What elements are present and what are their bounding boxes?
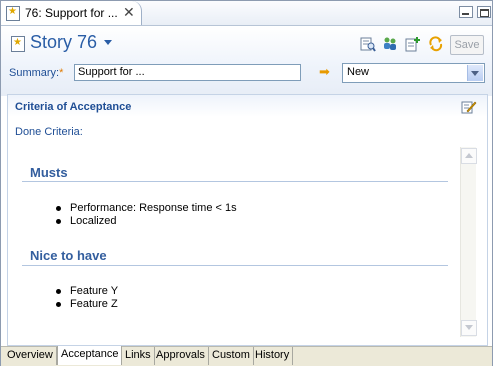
status-dropdown[interactable]: New bbox=[342, 63, 485, 83]
editor-tab-label: 76: Support for ... bbox=[25, 6, 118, 20]
people-icon[interactable] bbox=[382, 36, 398, 52]
chevron-down-icon[interactable] bbox=[104, 40, 112, 45]
tab-approvals[interactable]: Approvals bbox=[153, 347, 209, 365]
story-icon bbox=[6, 6, 20, 21]
required-marker: * bbox=[59, 67, 64, 79]
page-title: Story 76 bbox=[30, 32, 98, 52]
divider bbox=[22, 265, 448, 266]
scroll-up-icon[interactable] bbox=[461, 148, 477, 164]
done-criteria-label: Done Criteria: bbox=[15, 126, 83, 138]
section-header: Criteria of Acceptance bbox=[8, 95, 487, 117]
tab-history[interactable]: History bbox=[252, 347, 294, 365]
arrow-right-icon: ➡ bbox=[319, 64, 330, 79]
vertical-scrollbar[interactable] bbox=[460, 147, 477, 337]
nice-to-have-heading: Nice to have bbox=[30, 248, 107, 263]
summary-label: Summary:* bbox=[9, 67, 64, 79]
list-item: Feature Y bbox=[55, 285, 119, 297]
criteria-content[interactable]: Musts Performance: Response time < 1s Lo… bbox=[8, 147, 458, 343]
story-icon bbox=[11, 36, 25, 52]
list-item: Performance: Response time < 1s bbox=[56, 202, 237, 214]
status-value: New bbox=[347, 66, 370, 78]
save-button[interactable]: Save bbox=[450, 35, 484, 55]
list-item: Feature Z bbox=[55, 298, 118, 310]
list-item: Localized bbox=[56, 215, 237, 228]
tab-overview[interactable]: Overview bbox=[4, 347, 57, 365]
editor-tab[interactable]: 76: Support for ... ✕ bbox=[1, 1, 142, 25]
editor-window: 76: Support for ... ✕ Story 76 bbox=[0, 0, 493, 366]
close-icon[interactable]: ✕ bbox=[123, 4, 135, 21]
musts-list: Performance: Response time < 1s Localize… bbox=[56, 202, 237, 228]
acceptance-section: Criteria of Acceptance Done Criteria: Mu… bbox=[7, 94, 488, 346]
refresh-icon[interactable] bbox=[428, 36, 444, 52]
add-item-icon[interactable] bbox=[405, 36, 421, 52]
find-icon[interactable] bbox=[360, 36, 376, 52]
tab-acceptance[interactable]: Acceptance bbox=[57, 346, 123, 365]
minimize-button[interactable] bbox=[459, 6, 473, 18]
edit-icon[interactable] bbox=[461, 100, 477, 114]
maximize-button[interactable] bbox=[477, 6, 491, 18]
summary-input[interactable]: Support for ... bbox=[74, 64, 301, 81]
musts-heading: Musts bbox=[30, 165, 68, 180]
editor-header: Story 76 Save Summary:* Support for ... … bbox=[1, 26, 492, 96]
divider bbox=[22, 181, 448, 182]
chevron-down-icon[interactable] bbox=[467, 65, 483, 81]
nice-to-have-list: Feature Y Feature Z bbox=[55, 285, 119, 311]
page-tabs: Overview Acceptance Links Approvals Cust… bbox=[1, 346, 492, 366]
tab-links[interactable]: Links bbox=[122, 347, 155, 365]
section-title: Criteria of Acceptance bbox=[15, 101, 132, 113]
scroll-down-icon[interactable] bbox=[461, 320, 477, 336]
editor-tab-bar: 76: Support for ... ✕ bbox=[1, 1, 492, 26]
tab-custom[interactable]: Custom bbox=[209, 347, 254, 365]
